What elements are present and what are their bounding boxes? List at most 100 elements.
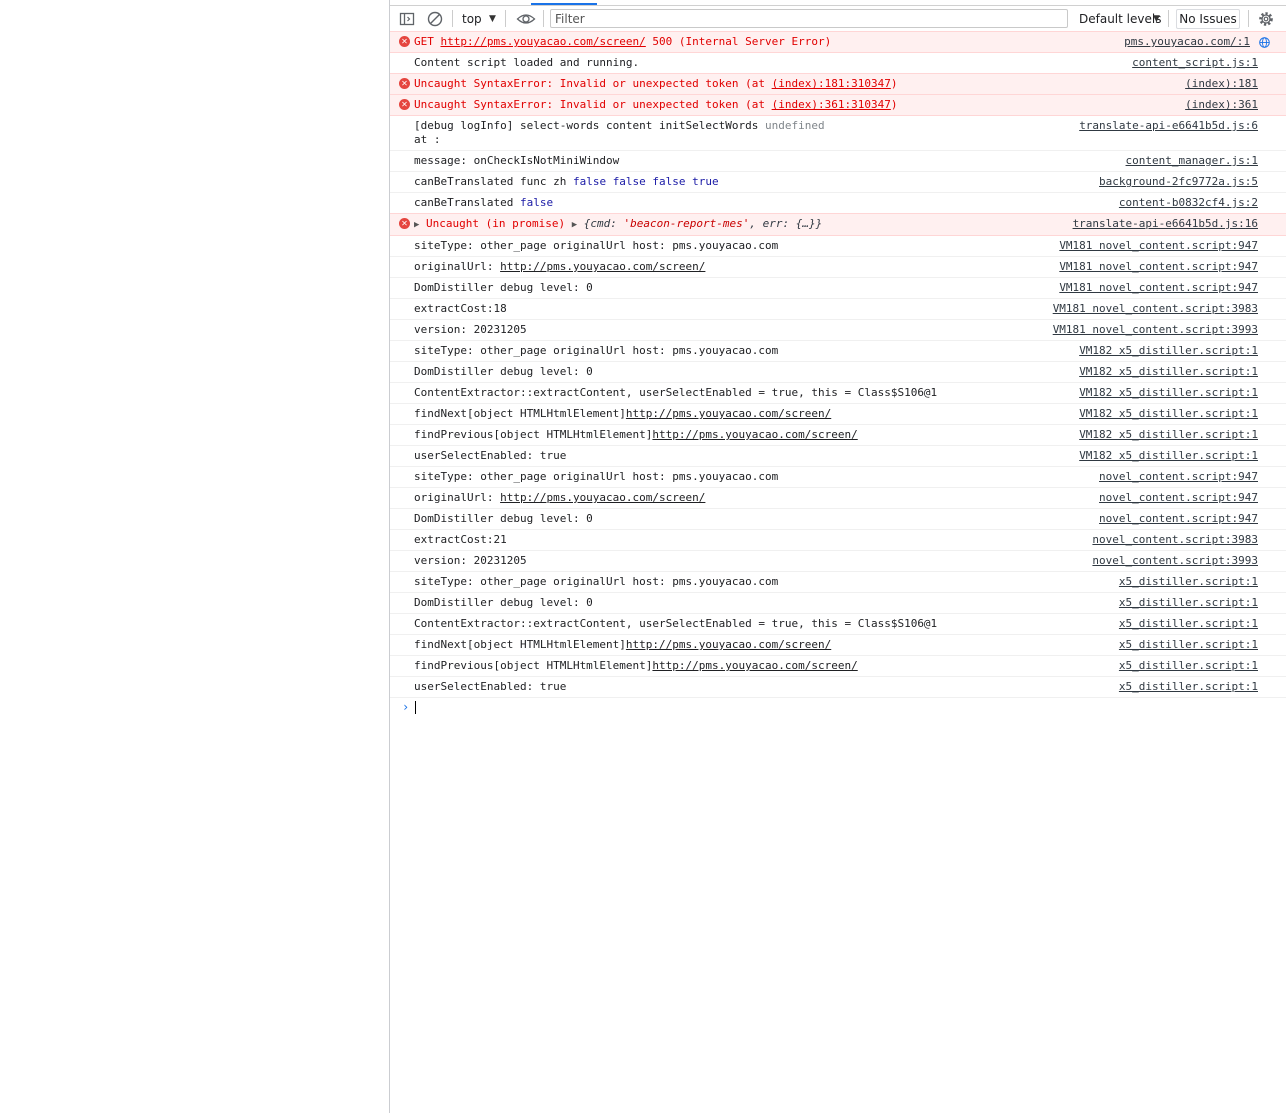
- message-text: canBeTranslated: [414, 196, 520, 209]
- error-icon: ✕: [399, 218, 410, 229]
- source-link[interactable]: pms.youyacao.com/:1: [1124, 35, 1250, 49]
- source-link[interactable]: x5_distiller.script:1: [1119, 575, 1258, 589]
- console-log-message: userSelectEnabled: true VM182 x5_distill…: [390, 446, 1286, 467]
- source-link[interactable]: novel_content.script:3993: [1092, 554, 1258, 568]
- source-link[interactable]: VM182 x5_distiller.script:1: [1079, 344, 1258, 358]
- console-log-message: extractCost:18 VM181 novel_content.scrip…: [390, 299, 1286, 320]
- source-link[interactable]: translate-api-e6641b5d.js:16: [1073, 217, 1258, 231]
- undefined-value: undefined: [765, 119, 825, 132]
- message-link[interactable]: (index):181:310347: [772, 77, 891, 90]
- console-log-message: Content script loaded and running. conte…: [390, 53, 1286, 74]
- message-text: findPrevious[object HTMLHtmlElement]: [414, 428, 653, 441]
- object-preview[interactable]: {cmd: 'beacon-report-mes', err: {…}}: [584, 217, 822, 230]
- source-link[interactable]: novel_content.script:947: [1099, 491, 1258, 505]
- message-link[interactable]: http://pms.youyacao.com/screen/: [652, 428, 857, 441]
- expand-triangle-icon[interactable]: ▶: [572, 220, 577, 230]
- message-text: Uncaught (in promise): [426, 217, 572, 230]
- message-text: DomDistiller debug level: 0: [414, 365, 593, 378]
- source-link[interactable]: novel_content.script:947: [1099, 470, 1258, 484]
- message-link[interactable]: http://pms.youyacao.com/screen/: [626, 407, 831, 420]
- source-link[interactable]: VM181 novel_content.script:3983: [1053, 302, 1258, 316]
- source-link[interactable]: VM182 x5_distiller.script:1: [1079, 365, 1258, 379]
- console-log-message: DomDistiller debug level: 0 VM181 novel_…: [390, 278, 1286, 299]
- message-text: version: 20231205: [414, 554, 527, 567]
- message-link[interactable]: (index):361:310347: [772, 98, 891, 111]
- source-link[interactable]: x5_distiller.script:1: [1119, 638, 1258, 652]
- source-link[interactable]: VM182 x5_distiller.script:1: [1079, 386, 1258, 400]
- source-link[interactable]: novel_content.script:947: [1099, 512, 1258, 526]
- source-link[interactable]: x5_distiller.script:1: [1119, 680, 1258, 694]
- message-link[interactable]: http://pms.youyacao.com/screen/: [500, 491, 705, 504]
- network-globe-icon[interactable]: [1259, 37, 1270, 48]
- gear-icon[interactable]: [1257, 10, 1275, 28]
- message-text: at :: [414, 133, 441, 146]
- message-text: message: onCheckIsNotMiniWindow: [414, 154, 620, 167]
- console-log-message: siteType: other_page originalUrl host: p…: [390, 236, 1286, 257]
- console-log-message: version: 20231205 VM181 novel_content.sc…: [390, 320, 1286, 341]
- source-link[interactable]: background-2fc9772a.js:5: [1099, 175, 1258, 189]
- source-link[interactable]: novel_content.script:3983: [1092, 533, 1258, 547]
- console-log-message: siteType: other_page originalUrl host: p…: [390, 467, 1286, 488]
- toolbar-separator: [1248, 10, 1249, 27]
- message-text: ContentExtractor::extractContent, userSe…: [414, 386, 938, 399]
- source-link[interactable]: VM181 novel_content.script:947: [1059, 239, 1258, 253]
- source-link[interactable]: (index):361: [1185, 98, 1258, 112]
- source-link[interactable]: VM181 novel_content.script:3993: [1053, 323, 1258, 337]
- log-levels-dropdown[interactable]: Default levels: [1079, 10, 1161, 28]
- message-text: 500 (Internal Server Error): [645, 35, 832, 48]
- context-select[interactable]: top: [462, 10, 482, 28]
- source-link[interactable]: translate-api-e6641b5d.js:6: [1079, 119, 1258, 133]
- source-link[interactable]: x5_distiller.script:1: [1119, 617, 1258, 631]
- issues-button[interactable]: No Issues: [1176, 9, 1240, 29]
- console-log-message: ContentExtractor::extractContent, userSe…: [390, 383, 1286, 404]
- sidebar-toggle-icon[interactable]: [398, 10, 416, 28]
- boolean-values: false false false true: [572, 175, 719, 188]
- clear-console-icon[interactable]: [426, 10, 444, 28]
- message-text: Uncaught SyntaxError: Invalid or unexpec…: [414, 98, 772, 111]
- console-error-message[interactable]: ✕ ▶ Uncaught (in promise) ▶ {cmd: 'beaco…: [390, 213, 1286, 236]
- live-expression-eye-icon[interactable]: [516, 10, 536, 28]
- source-link[interactable]: content-b0832cf4.js:2: [1119, 196, 1258, 210]
- source-link[interactable]: x5_distiller.script:1: [1119, 596, 1258, 610]
- source-link[interactable]: VM181 novel_content.script:947: [1059, 260, 1258, 274]
- source-link[interactable]: content_script.js:1: [1132, 56, 1258, 70]
- source-link[interactable]: VM182 x5_distiller.script:1: [1079, 428, 1258, 442]
- source-link[interactable]: x5_distiller.script:1: [1119, 659, 1258, 673]
- console-prompt[interactable]: ›: [390, 698, 1286, 718]
- toolbar-separator: [543, 10, 544, 27]
- object-open: {cmd:: [583, 217, 624, 230]
- devtools-panel: top ▼ Default levels ▼ No Issues ✕ GET h…: [389, 0, 1286, 1113]
- message-link[interactable]: http://pms.youyacao.com/screen/: [652, 659, 857, 672]
- console-messages: ✕ GET http://pms.youyacao.com/screen/ 50…: [390, 31, 1286, 718]
- expand-triangle-icon[interactable]: ▶: [414, 220, 419, 230]
- message-link[interactable]: http://pms.youyacao.com/screen/: [500, 260, 705, 273]
- console-log-message: version: 20231205 novel_content.script:3…: [390, 551, 1286, 572]
- object-rest: , err: {…}}: [749, 217, 823, 230]
- source-link[interactable]: VM181 novel_content.script:947: [1059, 281, 1258, 295]
- message-text: originalUrl:: [414, 491, 501, 504]
- source-link[interactable]: VM182 x5_distiller.script:1: [1079, 407, 1258, 421]
- source-link[interactable]: (index):181: [1185, 77, 1258, 91]
- console-log-message: ContentExtractor::extractContent, userSe…: [390, 614, 1286, 635]
- console-log-message: originalUrl: http://pms.youyacao.com/scr…: [390, 488, 1286, 509]
- console-error-message: ✕ GET http://pms.youyacao.com/screen/ 50…: [390, 31, 1286, 53]
- message-link[interactable]: http://pms.youyacao.com/screen/: [626, 638, 831, 651]
- message-text: Uncaught SyntaxError: Invalid or unexpec…: [414, 77, 772, 90]
- console-log-message: message: onCheckIsNotMiniWindow content_…: [390, 151, 1286, 172]
- source-link[interactable]: VM182 x5_distiller.script:1: [1079, 449, 1258, 463]
- message-text: Content script loaded and running.: [414, 56, 640, 69]
- console-log-message: userSelectEnabled: true x5_distiller.scr…: [390, 677, 1286, 698]
- message-text: findNext[object HTMLHtmlElement]: [414, 407, 626, 420]
- toolbar-separator: [452, 10, 453, 27]
- filter-input[interactable]: [550, 9, 1068, 28]
- console-error-message: ✕ Uncaught SyntaxError: Invalid or unexp…: [390, 73, 1286, 95]
- message-link[interactable]: http://pms.youyacao.com/screen/: [441, 35, 646, 48]
- prompt-chevron-icon: ›: [402, 700, 410, 714]
- chevron-down-icon: ▼: [489, 14, 496, 24]
- toolbar-separator: [1168, 10, 1169, 27]
- console-log-message: DomDistiller debug level: 0 x5_distiller…: [390, 593, 1286, 614]
- source-link[interactable]: content_manager.js:1: [1126, 154, 1258, 168]
- message-text: ContentExtractor::extractContent, userSe…: [414, 617, 938, 630]
- console-log-message: siteType: other_page originalUrl host: p…: [390, 341, 1286, 362]
- text-cursor: [415, 701, 416, 714]
